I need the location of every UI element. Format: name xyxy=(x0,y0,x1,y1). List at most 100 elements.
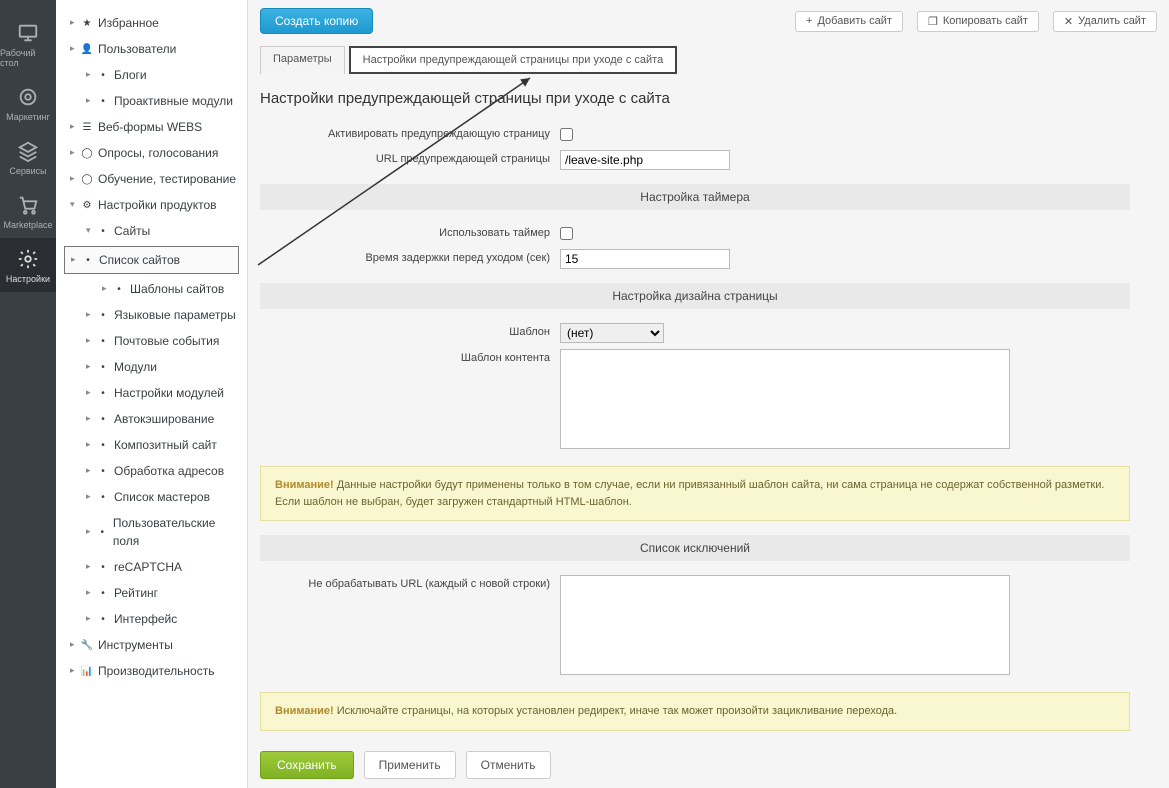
rail-gear[interactable]: Настройки xyxy=(0,238,56,292)
tree-item[interactable]: ▸☰Веб-формы WEBS xyxy=(56,114,247,140)
tree-item[interactable]: ▸•Почтовые события xyxy=(56,328,247,354)
tree-icon: • xyxy=(96,560,110,575)
action-icon: ✕ xyxy=(1064,15,1073,28)
content-template-textarea[interactable] xyxy=(560,349,1010,449)
tree-label: Производительность xyxy=(98,662,214,680)
caret-icon: ▸ xyxy=(86,360,96,374)
apply-button[interactable]: Применить xyxy=(364,751,456,779)
caret-icon: ▸ xyxy=(86,68,96,82)
use-timer-label: Использовать таймер xyxy=(260,224,560,239)
action-button[interactable]: ✕Удалить сайт xyxy=(1053,11,1157,32)
tree-item[interactable]: ▸•Проактивные модули xyxy=(56,88,247,114)
stack-icon xyxy=(17,140,39,162)
tree-item[interactable]: ▸◯Опросы, голосования xyxy=(56,140,247,166)
nav-rail: Рабочий столМаркетингСервисыMarketplaceН… xyxy=(0,0,56,788)
tree-item[interactable]: ▸•Модули xyxy=(56,354,247,380)
activate-label: Активировать предупреждающую страницу xyxy=(260,125,560,140)
section-timer: Настройка таймера xyxy=(260,184,1130,210)
tree-item[interactable]: ▸• Список сайтов xyxy=(64,246,239,274)
tree-item[interactable]: ▸•Блоги xyxy=(56,62,247,88)
tree-item[interactable]: ▸•Настройки модулей xyxy=(56,380,247,406)
tab[interactable]: Настройки предупреждающей страницы при у… xyxy=(349,46,678,74)
tree-item[interactable]: ▾•Сайты xyxy=(56,218,247,244)
template-label: Шаблон xyxy=(260,323,560,338)
tree-item[interactable]: ▸📊Производительность xyxy=(56,658,247,684)
url-label: URL предупреждающей страницы xyxy=(260,150,560,165)
tree-item[interactable]: ▸•Композитный сайт xyxy=(56,432,247,458)
note-2-strong: Внимание! xyxy=(275,705,334,717)
tree-label: Пользователи xyxy=(98,40,176,58)
rail-stack[interactable]: Сервисы xyxy=(0,130,56,184)
save-button[interactable]: Сохранить xyxy=(260,751,354,779)
rail-desktop[interactable]: Рабочий стол xyxy=(0,12,56,76)
caret-icon: ▸ xyxy=(86,464,96,478)
caret-icon: ▸ xyxy=(70,16,80,30)
note-2: Внимание! Исключайте страницы, на которы… xyxy=(260,692,1130,731)
tree-item[interactable]: ▸•Обработка адресов xyxy=(56,458,247,484)
rail-target[interactable]: Маркетинг xyxy=(0,76,56,130)
tree-item[interactable]: ▾⚙Настройки продуктов xyxy=(56,192,247,218)
caret-icon: ▸ xyxy=(70,120,80,134)
tree-icon: • xyxy=(96,386,110,401)
action-button[interactable]: ❐Копировать сайт xyxy=(917,11,1039,32)
delay-input[interactable] xyxy=(560,249,730,269)
content-template-label: Шаблон контента xyxy=(260,349,560,364)
tree-item[interactable]: ▸•Шаблоны сайтов xyxy=(56,276,247,302)
tree-label: Список сайтов xyxy=(99,251,180,269)
tree-label: Настройки модулей xyxy=(114,384,224,402)
tree-label: Сайты xyxy=(114,222,150,240)
tree-icon: ◯ xyxy=(80,146,94,161)
tree-item[interactable]: ▸•Интерфейс xyxy=(56,606,247,632)
tab[interactable]: Параметры xyxy=(260,46,345,74)
rail-cart[interactable]: Marketplace xyxy=(0,184,56,238)
cancel-button[interactable]: Отменить xyxy=(466,751,551,779)
tree-item[interactable]: ▸• Автокэширование xyxy=(56,406,247,432)
tree-label: Автокэширование xyxy=(114,410,214,428)
note-2-body: Исключайте страницы, на которых установл… xyxy=(334,705,898,717)
tree-icon: • xyxy=(96,334,110,349)
tree-item[interactable]: ▸•Рейтинг xyxy=(56,580,247,606)
caret-icon: ▸ xyxy=(71,253,81,267)
tree-icon: • xyxy=(96,438,110,453)
note-1: Внимание! Данные настройки будут примене… xyxy=(260,466,1130,521)
use-timer-checkbox[interactable] xyxy=(560,227,573,240)
caret-icon: ▸ xyxy=(86,525,96,539)
tree-label: Блоги xyxy=(114,66,147,84)
sidebar-tree: ▸★Избранное▸👤Пользователи▸•Блоги▸•Проакт… xyxy=(56,0,248,788)
tree-item[interactable]: ▸🔧Инструменты xyxy=(56,632,247,658)
tree-label: reCAPTCHA xyxy=(114,558,182,576)
tree-icon: • xyxy=(96,360,110,375)
template-select[interactable]: (нет) xyxy=(560,323,664,343)
tree-icon: • xyxy=(96,490,110,505)
caret-icon: ▸ xyxy=(86,334,96,348)
cart-icon xyxy=(17,194,39,216)
tree-label: Шаблоны сайтов xyxy=(130,280,224,298)
tree-item[interactable]: ▸•Пользовательские поля xyxy=(56,510,247,554)
tree-label: Интерфейс xyxy=(114,610,177,628)
exclude-textarea[interactable] xyxy=(560,575,1010,675)
tree-icon: 🔧 xyxy=(80,638,94,653)
tree-item[interactable]: ▸• reCAPTCHA xyxy=(56,554,247,580)
top-right-actions: +Добавить сайт ❐Копировать сайт ✕Удалить с… xyxy=(795,11,1157,32)
url-input[interactable] xyxy=(560,150,730,170)
section-exclude: Список исключений xyxy=(260,535,1130,561)
tree-item[interactable]: ▸•Список мастеров xyxy=(56,484,247,510)
caret-icon: ▾ xyxy=(86,224,96,238)
caret-icon: ▸ xyxy=(70,638,80,652)
caret-icon: ▸ xyxy=(86,308,96,322)
tree-item[interactable]: ▸★Избранное xyxy=(56,10,247,36)
caret-icon: ▸ xyxy=(86,560,96,574)
tree-icon: ★ xyxy=(80,16,94,31)
caret-icon: ▸ xyxy=(86,490,96,504)
tree-item[interactable]: ▸◯Обучение, тестирование xyxy=(56,166,247,192)
tree-icon: • xyxy=(96,412,110,427)
tree-icon: • xyxy=(81,253,95,268)
caret-icon: ▸ xyxy=(86,412,96,426)
section-page: Настройка дизайна страницы xyxy=(260,283,1130,309)
tree-icon: ☰ xyxy=(80,120,94,135)
activate-checkbox[interactable] xyxy=(560,128,573,141)
action-button[interactable]: +Добавить сайт xyxy=(795,11,903,32)
tree-item[interactable]: ▸👤Пользователи xyxy=(56,36,247,62)
tree-item[interactable]: ▸•Языковые параметры xyxy=(56,302,247,328)
create-copy-button[interactable]: Создать копию xyxy=(260,8,373,34)
